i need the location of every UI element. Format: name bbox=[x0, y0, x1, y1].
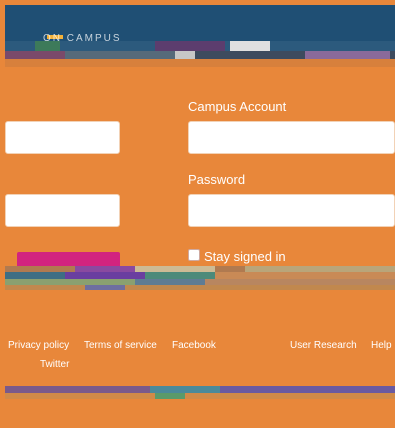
campus-account-label: Campus Account bbox=[188, 99, 287, 114]
glitch-band bbox=[5, 386, 395, 393]
top-header-bar: ON CAMPUS bbox=[5, 5, 395, 44]
left-panel-box[interactable] bbox=[5, 121, 120, 154]
password-input[interactable] bbox=[188, 194, 395, 227]
password-label: Password bbox=[188, 172, 246, 187]
glitch-band bbox=[5, 285, 395, 290]
footer-link-user-research[interactable]: User Research bbox=[290, 340, 357, 352]
left-panel-box[interactable] bbox=[5, 194, 120, 227]
campus-account-input[interactable] bbox=[188, 121, 395, 154]
footer-link-privacy[interactable]: Privacy policy bbox=[8, 340, 69, 352]
footer-link-facebook[interactable]: Facebook bbox=[172, 340, 216, 352]
footer-link-twitter[interactable]: Twitter bbox=[40, 359, 69, 371]
footer-link-terms[interactable]: Terms of service bbox=[84, 340, 157, 352]
glitch-band bbox=[5, 272, 395, 279]
stay-signed-in-label[interactable]: Stay signed in bbox=[204, 249, 286, 264]
glitch-band bbox=[5, 59, 395, 67]
glitch-band bbox=[5, 41, 395, 51]
stay-signed-in-checkbox[interactable] bbox=[188, 249, 200, 261]
footer-link-help[interactable]: Help bbox=[371, 340, 392, 352]
glitch-band bbox=[5, 393, 395, 399]
sign-in-button[interactable] bbox=[17, 252, 120, 266]
glitch-band bbox=[5, 51, 395, 59]
